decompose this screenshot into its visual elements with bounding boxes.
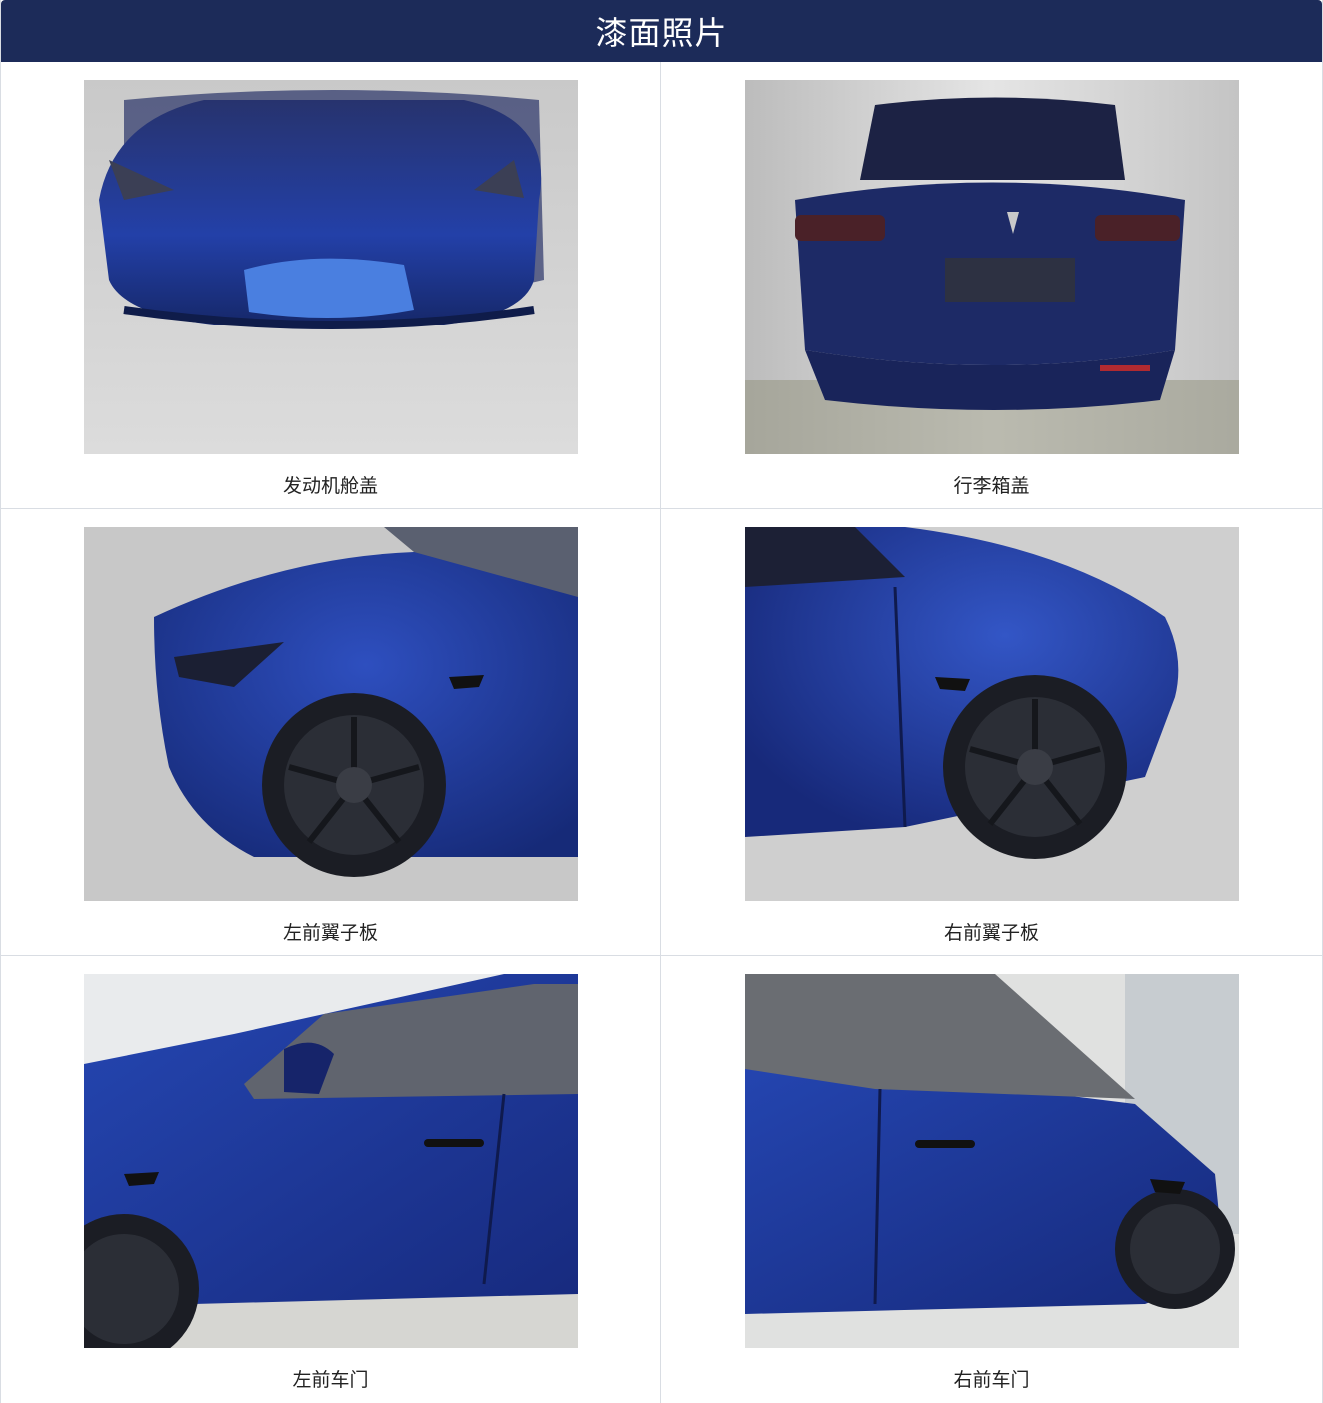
photo-caption: 左前翼子板 xyxy=(282,922,378,944)
photo-cell-trunk: 行李箱盖 xyxy=(661,62,1322,509)
photo-caption: 右前车门 xyxy=(953,1369,1030,1391)
left-fender-photo[interactable] xyxy=(83,527,578,901)
hood-photo[interactable] xyxy=(83,80,578,454)
photo-cell-right-door: 右前车门 xyxy=(661,956,1322,1403)
photo-cell-left-door: 左前车门 xyxy=(1,956,661,1403)
right-door-photo[interactable] xyxy=(744,974,1239,1348)
photo-caption: 行李箱盖 xyxy=(953,475,1030,497)
photo-caption: 右前翼子板 xyxy=(943,922,1039,944)
right-fender-photo[interactable] xyxy=(744,527,1239,901)
photo-cell-hood: 发动机舱盖 xyxy=(1,62,661,509)
photo-cell-left-fender: 左前翼子板 xyxy=(1,509,661,956)
photo-caption: 左前车门 xyxy=(292,1369,369,1391)
photo-caption: 发动机舱盖 xyxy=(282,475,378,497)
trunk-photo[interactable] xyxy=(744,80,1239,454)
photo-grid: 发动机舱盖 行李箱盖 左前翼子板 右前翼子板 左前车门 右前车门 xyxy=(1,62,1322,1403)
paint-photo-report: 漆面照片 发动机舱盖 行李箱盖 左前翼子板 右前翼子板 左前车门 右前车门 xyxy=(0,0,1323,1403)
left-door-photo[interactable] xyxy=(83,974,578,1348)
section-header: 漆面照片 xyxy=(1,0,1322,62)
section-title: 漆面照片 xyxy=(595,14,728,52)
photo-cell-right-fender: 右前翼子板 xyxy=(661,509,1322,956)
